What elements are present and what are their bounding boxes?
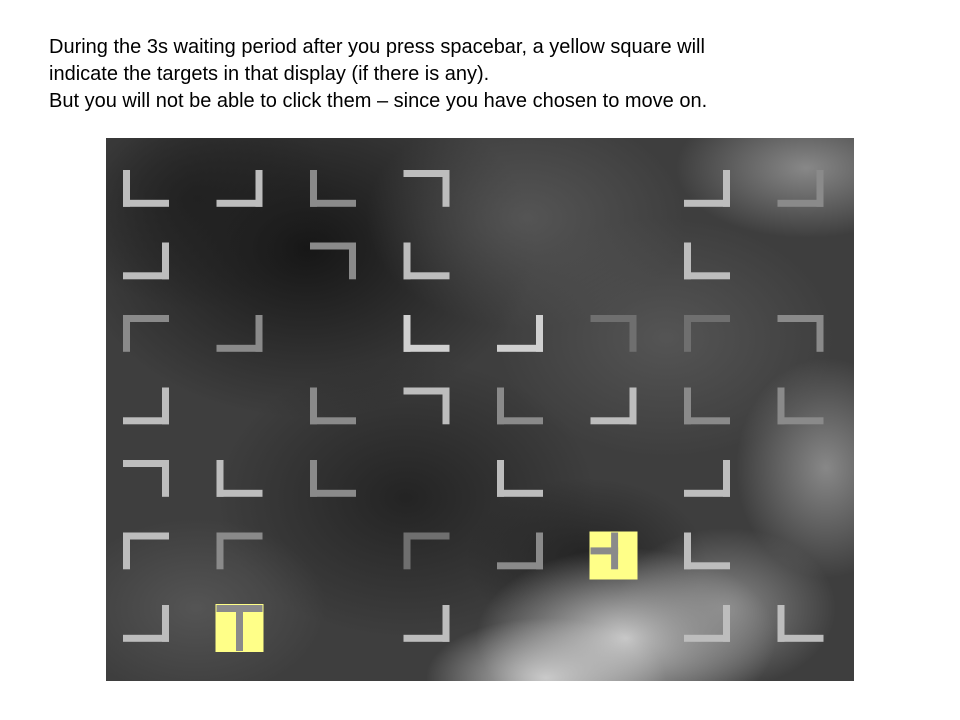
glyph-stroke [403,344,450,352]
glyph-stroke [310,199,356,207]
glyph-stroke [816,315,824,352]
glyph-stroke [123,634,169,642]
glyph-stroke [777,199,824,207]
glyph-stroke [216,199,263,207]
instruction-line-2: indicate the targets in that display (if… [49,63,490,85]
glyph-stroke [216,532,224,570]
glyph-stroke [497,344,543,352]
glyph-stroke [310,489,356,497]
glyph-stroke [497,417,543,425]
glyph-stroke [216,489,263,497]
glyph-stroke [403,272,450,280]
glyph-stroke [123,272,169,280]
instruction-line-1: During the 3s waiting period after you p… [49,36,705,58]
glyph-stroke [777,634,824,642]
glyph-stroke [590,417,637,425]
glyph-stroke [236,605,243,651]
glyph-stroke [442,170,450,207]
glyph-stroke [497,489,543,497]
glyph-stroke [442,387,450,425]
glyph-stroke [123,315,130,352]
glyph-stroke [684,272,730,280]
stimulus-canvas [106,138,854,681]
glyph-stroke [684,562,730,570]
glyph-stroke [684,417,730,425]
glyph-stroke [684,489,730,497]
glyph-stroke [123,417,169,425]
glyph-stroke [497,562,543,570]
search-display [106,138,854,681]
glyph-stroke [123,532,130,570]
glyph-stroke [777,417,824,425]
glyph-stroke [684,315,691,352]
glyph-stroke [629,315,637,352]
glyph-stroke [403,532,411,570]
glyph-stroke [349,242,356,280]
instruction-line-3: But you will not be able to click them –… [49,90,708,112]
glyph-stroke [684,634,730,642]
glyph-stroke [162,460,169,497]
target-item [589,531,638,580]
glyph-stroke [590,547,619,555]
glyph-stroke [216,344,263,352]
target-item [215,604,264,652]
glyph-stroke [310,417,356,425]
glyph-stroke [403,634,450,642]
glyph-stroke [684,199,730,207]
glyph-stroke [123,199,169,207]
instructions-text: During the 3s waiting period after you p… [49,34,929,115]
cloud-background [106,138,854,681]
